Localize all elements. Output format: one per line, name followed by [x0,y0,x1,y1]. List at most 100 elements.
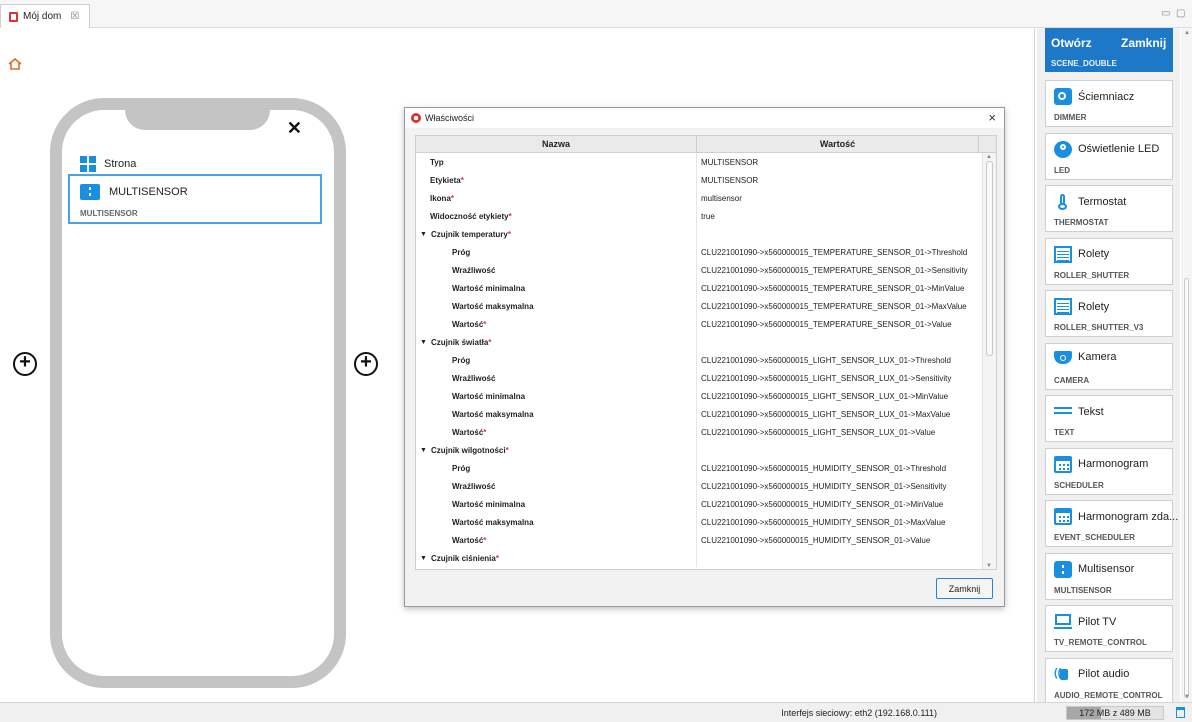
property-row[interactable]: Wartość * CLU221001090->x560000015_HUMIDIT… [416,531,996,549]
scrollbar-thumb[interactable] [986,161,993,356]
property-value[interactable]: CLU221001090->x560000015_LIGHT_SENSOR_LU… [697,369,979,387]
property-group-row[interactable]: ▼ Czujnik temperatury * [416,225,996,243]
property-value[interactable]: CLU221001090->x560000015_HUMIDITY_SENSOR… [697,495,979,513]
property-row[interactable]: Wrażliwość CLU221001090->x560000015_TEMPE… [416,261,996,279]
scroll-down-icon[interactable]: ▼ [986,563,992,569]
property-row[interactable]: Ikona * multisensor [416,189,996,207]
property-row[interactable]: Wrażliwość CLU221001090->x560000015_HUMID… [416,477,996,495]
palette-item-event-scheduler[interactable]: Harmonogram zda... EVENT_SCHEDULER [1045,500,1178,547]
palette-scrollbar-thumb[interactable] [1184,278,1189,698]
property-row[interactable]: Wartość * CLU221001090->x560000015_TEMPERA… [416,315,996,333]
property-name: Wartość maksymalna [416,513,697,531]
palette-item-scheduler[interactable]: Harmonogram SCHEDULER [1045,447,1173,495]
property-row[interactable]: Wrażliwość CLU221001090->x560000015_LIGHT… [416,369,996,387]
palette-scroll-up-icon[interactable]: ▲ [1184,30,1190,36]
property-value[interactable]: CLU221001090->x560000015_HUMIDITY_SENSOR… [697,531,979,549]
palette-item-tv-remote-control[interactable]: Pilot TV TV_REMOTE_CONTROL [1045,605,1173,652]
property-row[interactable]: Próg CLU221001090->x560000015_HUMIDITY_SE… [416,459,996,477]
property-value[interactable]: CLU221001090->x560000015_HUMIDITY_SENSOR… [697,477,979,495]
tab-close-icon[interactable]: ☒ [70,11,79,22]
property-value[interactable]: CLU221001090->x560000015_HUMIDITY_SENSOR… [697,459,979,477]
dialog-title-bar[interactable]: Właściwości × [405,108,1004,128]
property-name-text: Wartość [452,535,484,545]
palette-item-led[interactable]: Oświetlenie LED LED [1045,132,1173,180]
property-row[interactable]: Próg CLU221001090->x560000015_TEMPERATURE… [416,243,996,261]
property-row[interactable]: Typ MULTISENSOR [416,153,996,171]
property-value[interactable]: CLU221001090->x560000015_TEMPERATURE_SEN… [697,279,979,297]
add-page-right-icon[interactable]: + [354,352,378,376]
expand-caret-icon[interactable]: ▼ [420,555,427,562]
memory-usage-text: 172 MB z 489 MB [1079,708,1151,718]
property-value[interactable] [697,441,979,459]
multisensor-widget[interactable]: MULTISENSOR MULTISENSOR [68,174,322,224]
tab-moj-dom[interactable]: Mój dom ☒ [0,4,91,28]
required-marker: * [495,553,499,563]
dialog-close-icon[interactable]: × [988,110,996,125]
memory-usage[interactable]: 172 MB z 489 MB [1066,706,1164,720]
palette-item-thermostat[interactable]: Termostat THERMOSTAT [1045,185,1173,232]
add-page-left-icon[interactable]: + [13,352,37,376]
property-value[interactable]: CLU221001090->x560000015_TEMPERATURE_SEN… [697,243,979,261]
property-value[interactable]: CLU221001090->x560000015_TEMPERATURE_SEN… [697,315,979,333]
page-header[interactable]: Strona [80,156,136,172]
property-value[interactable]: MULTISENSOR [697,153,979,171]
property-name: Typ [416,153,697,171]
palette-item-camera[interactable]: Kamera CAMERA [1045,342,1173,390]
property-row[interactable]: Wartość minimalna CLU221001090->x56000001… [416,387,996,405]
property-row[interactable]: Wartość minimalna CLU221001090->x56000001… [416,279,996,297]
property-value[interactable]: CLU221001090->x560000015_LIGHT_SENSOR_LU… [697,387,979,405]
property-name: ▼ Czujnik światła * [416,333,697,351]
palette-item-roller-shutter-v3[interactable]: Rolety ROLLER_SHUTTER_V3 [1045,290,1173,337]
palette-scrollbar[interactable]: ▲ ▼ [1181,28,1192,702]
property-value[interactable]: CLU221001090->x560000015_TEMPERATURE_SEN… [697,261,979,279]
property-value[interactable] [697,333,979,351]
palette-item-type: MULTISENSOR [1054,585,1112,595]
property-group-row[interactable]: ▼ Czujnik ciśnienia * [416,549,996,567]
property-name: ▼ Czujnik ciśnienia * [416,549,697,567]
minimize-icon[interactable]: ▭ [1161,8,1170,19]
property-value[interactable]: MULTISENSOR [697,171,979,189]
property-row[interactable]: Wartość maksymalna CLU221001090->x5600000… [416,405,996,423]
property-row[interactable]: Wartość maksymalna CLU221001090->x5600000… [416,513,996,531]
property-value[interactable]: CLU221001090->x560000015_LIGHT_SENSOR_LU… [697,351,979,369]
palette-item-roller-shutter[interactable]: Rolety ROLLER_SHUTTER [1045,237,1173,285]
property-row[interactable]: Etykieta * MULTISENSOR [416,171,996,189]
property-row[interactable]: Widoczność etykiety * true [416,207,996,225]
palette-scroll-down-icon[interactable]: ▼ [1184,694,1190,700]
palette-item-type: THERMOSTAT [1054,218,1109,227]
property-row[interactable]: Wartość * CLU221001090->x560000015_LIGHT_S… [416,423,996,441]
palette-item-dimmer[interactable]: Ściemniacz DIMMER [1045,80,1173,127]
property-value[interactable] [697,549,979,567]
scene-open-label: Otwórz [1051,36,1092,50]
property-value[interactable] [697,225,979,243]
palette-item-scene-double[interactable]: Otwórz Zamknij SCENE_DOUBLE [1045,28,1173,72]
close-page-icon[interactable]: ✕ [287,118,302,139]
table-body: Typ MULTISENSOR Etykieta * MULTISENSOR Ikona *… [416,153,996,567]
property-value[interactable]: CLU221001090->x560000015_TEMPERATURE_SEN… [697,297,979,315]
palette-item-multisensor[interactable]: Multisensor MULTISENSOR [1045,552,1173,600]
expand-caret-icon[interactable]: ▼ [420,231,427,238]
property-value[interactable]: CLU221001090->x560000015_LIGHT_SENSOR_LU… [697,423,979,441]
scroll-up-icon[interactable]: ▲ [986,154,992,160]
property-value[interactable]: true [697,207,979,225]
property-value[interactable]: CLU221001090->x560000015_LIGHT_SENSOR_LU… [697,405,979,423]
expand-caret-icon[interactable]: ▼ [420,447,427,454]
column-header-name[interactable]: Nazwa [416,136,697,152]
home-icon[interactable] [8,58,22,70]
property-row[interactable]: Wartość maksymalna CLU221001090->x5600000… [416,297,996,315]
garbage-collect-icon[interactable] [1176,707,1185,718]
palette-item-audio-remote-control[interactable]: Pilot audio AUDIO_REMOTE_CONTROL [1045,657,1173,702]
maximize-icon[interactable]: ▢ [1176,8,1185,19]
property-group-row[interactable]: ▼ Czujnik wilgotności * [416,441,996,459]
table-scrollbar[interactable]: ▲ ▼ [982,153,996,569]
property-row[interactable]: Wartość minimalna CLU221001090->x56000001… [416,495,996,513]
column-header-value[interactable]: Wartość [697,136,979,152]
property-name: Wartość * [416,423,697,441]
expand-caret-icon[interactable]: ▼ [420,339,427,346]
property-value[interactable]: multisensor [697,189,979,207]
property-value[interactable]: CLU221001090->x560000015_HUMIDITY_SENSOR… [697,513,979,531]
property-row[interactable]: Próg CLU221001090->x560000015_LIGHT_SENSO… [416,351,996,369]
palette-item-text[interactable]: Tekst TEXT [1045,395,1173,442]
close-button[interactable]: Zamknij [936,578,993,599]
property-group-row[interactable]: ▼ Czujnik światła * [416,333,996,351]
